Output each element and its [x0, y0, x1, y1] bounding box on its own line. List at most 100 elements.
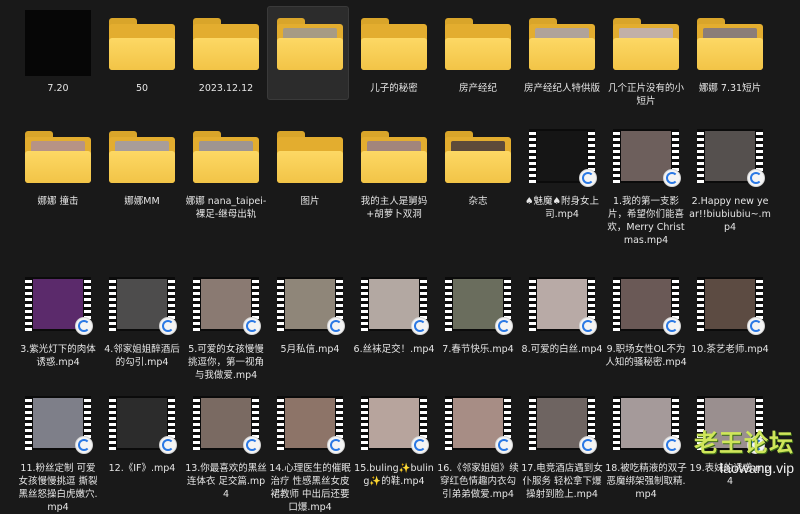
thumbnail	[361, 390, 429, 456]
file-name-label: 儿子的秘密	[370, 83, 418, 94]
thumbnail	[25, 123, 91, 189]
file-name-label: 房产经纪	[458, 83, 497, 94]
thumbnail	[529, 271, 597, 337]
folder-item[interactable]: 娜娜 撞击	[17, 123, 99, 208]
video-file-item[interactable]: 7.春节快乐.mp4	[437, 271, 519, 356]
player-app-icon	[327, 317, 345, 335]
player-app-icon	[663, 169, 681, 187]
thumbnail	[445, 390, 513, 456]
folder-item[interactable]: 几个正片没有的小短片	[605, 10, 687, 108]
player-app-icon	[495, 436, 513, 454]
file-name-label: 房产经纪人特供版	[523, 83, 600, 94]
folder-item[interactable]: 2023.12.12	[185, 10, 267, 95]
folder-item[interactable]: 娜娜 7.31短片	[689, 10, 771, 95]
thumbnail	[193, 10, 259, 76]
thumbnail	[193, 390, 261, 456]
thumbnail	[25, 10, 91, 76]
file-grid: 7.20 50 2023.12.12 出轨之后儿子的秘密 房产经纪 房产经纪人特供版几个正…	[0, 0, 800, 513]
file-name-label: ♠魅魔♠附身女上司.mp4	[524, 196, 600, 220]
folder-item[interactable]: 娜娜 nana_taipei-裸足-继母出轨	[185, 123, 267, 221]
folder-icon	[193, 18, 259, 70]
thumbnail	[529, 390, 597, 456]
folder-icon	[277, 18, 343, 70]
thumbnail	[109, 123, 175, 189]
folder-item[interactable]: 房产经纪人特供版	[521, 10, 603, 95]
folder-icon	[109, 18, 175, 70]
folder-item[interactable]: 我的主人是舅妈+胡萝卜双洞	[353, 123, 435, 221]
video-file-item[interactable]: 13.你最喜欢的黑丝连体衣 足交篇.mp4	[185, 390, 267, 501]
folder-icon	[361, 131, 427, 183]
video-file-item[interactable]: 15.buling✨buling✨的鞋.mp4	[353, 390, 435, 488]
file-name-label: 我的主人是舅妈+胡萝卜双洞	[360, 196, 428, 220]
folder-icon	[25, 131, 91, 183]
video-thumbnail-icon	[109, 396, 177, 454]
file-name-label: 10.茶艺老师.mp4	[691, 344, 769, 355]
file-name-label: 16.《邻家姐姐》续 穿红色情趣内衣勾引弟弟做爱.mp4	[437, 463, 519, 500]
file-name-label: 12.《IF》.mp4	[108, 463, 176, 474]
file-name-label: 娜娜 撞击	[37, 196, 79, 207]
video-file-item[interactable]: 5月私信.mp4	[269, 271, 351, 356]
video-thumbnail-icon	[529, 396, 597, 454]
thumbnail	[109, 390, 177, 456]
file-name-label: 13.你最喜欢的黑丝连体衣 足交篇.mp4	[185, 463, 267, 500]
player-app-icon	[327, 436, 345, 454]
video-file-item[interactable]: 3.紫光灯下的肉体诱惑.mp4	[17, 271, 99, 369]
watermark-url: laowang.vip	[720, 459, 794, 476]
video-file-item[interactable]: 8.可爱的白丝.mp4	[521, 271, 603, 356]
player-app-icon	[579, 436, 597, 454]
folder-icon	[697, 18, 763, 70]
file-item[interactable]: 7.20	[17, 10, 99, 95]
video-file-item[interactable]: ♠魅魔♠附身女上司.mp4	[521, 123, 603, 221]
video-file-item[interactable]: 2.Happy new year!!biubiubiu~.mp4	[689, 123, 771, 234]
player-app-icon	[579, 169, 597, 187]
video-file-item[interactable]: 12.《IF》.mp4	[101, 390, 183, 475]
folder-item[interactable]: 房产经纪	[437, 10, 519, 95]
file-name-label: 4.邻家姐姐醉酒后的勾引.mp4	[104, 344, 180, 368]
image-thumbnail	[25, 10, 91, 76]
video-file-item[interactable]: 6.丝袜足交！.mp4	[353, 271, 435, 356]
folder-icon	[445, 131, 511, 183]
video-thumbnail-icon	[109, 277, 177, 335]
thumbnail	[697, 271, 765, 337]
video-file-item[interactable]: 16.《邻家姐姐》续 穿红色情趣内衣勾引弟弟做爱.mp4	[437, 390, 519, 501]
folder-item[interactable]: 儿子的秘密	[353, 10, 435, 95]
thumbnail	[445, 123, 511, 189]
video-thumbnail-icon	[613, 129, 681, 187]
player-app-icon	[75, 317, 93, 335]
video-file-item[interactable]: 17.电竞酒店遇到女仆服务 轻松拿下爆操射到脸上.mp4	[521, 390, 603, 501]
folder-item[interactable]: 图片	[269, 123, 351, 208]
file-name-label: 杂志	[468, 196, 488, 207]
video-thumbnail-icon	[277, 396, 345, 454]
thumbnail	[109, 271, 177, 337]
player-app-icon	[747, 317, 765, 335]
thumbnail	[361, 10, 427, 76]
video-file-item[interactable]: 14.心理医生的催眠治疗 性感黑丝女皮裙教师 中出后还要口爆.mp4	[269, 390, 351, 514]
video-file-item[interactable]: 5.可爱的女孩慢慢挑逗你，第一视角与我做爱.mp4	[185, 271, 267, 382]
thumbnail	[193, 123, 259, 189]
file-name-label: 娜娜 nana_taipei-裸足-继母出轨	[185, 196, 267, 220]
thumbnail	[277, 10, 343, 76]
folder-icon	[109, 131, 175, 183]
video-file-item[interactable]: 4.邻家姐姐醉酒后的勾引.mp4	[101, 271, 183, 369]
folder-icon	[613, 18, 679, 70]
player-app-icon	[159, 317, 177, 335]
video-file-item[interactable]: 1.我的第一支影片，希望你们能喜欢，Merry Christmas.mp4	[605, 123, 687, 247]
folder-icon	[529, 18, 595, 70]
watermark: 老王论坛 laowang.vip	[662, 419, 800, 479]
video-file-item[interactable]: 9.职场女性OL不为人知的骚秘密.mp4	[605, 271, 687, 369]
thumbnail	[277, 271, 345, 337]
file-name-label: 5月私信.mp4	[280, 344, 340, 355]
video-thumbnail-icon	[361, 396, 429, 454]
player-app-icon	[243, 436, 261, 454]
folder-icon	[193, 131, 259, 183]
folder-item[interactable]: 出轨之后	[267, 6, 351, 100]
thumbnail	[25, 271, 93, 337]
player-app-icon	[579, 317, 597, 335]
player-app-icon	[411, 317, 429, 335]
folder-icon	[361, 18, 427, 70]
folder-item[interactable]: 娜娜MM	[101, 123, 183, 208]
video-file-item[interactable]: 11.粉丝定制 可爱女孩慢慢挑逗 撕裂黑丝怒操白虎嫩穴.mp4	[17, 390, 99, 514]
folder-item[interactable]: 杂志	[437, 123, 519, 208]
folder-item[interactable]: 50	[101, 10, 183, 95]
video-file-item[interactable]: 10.茶艺老师.mp4	[689, 271, 771, 356]
